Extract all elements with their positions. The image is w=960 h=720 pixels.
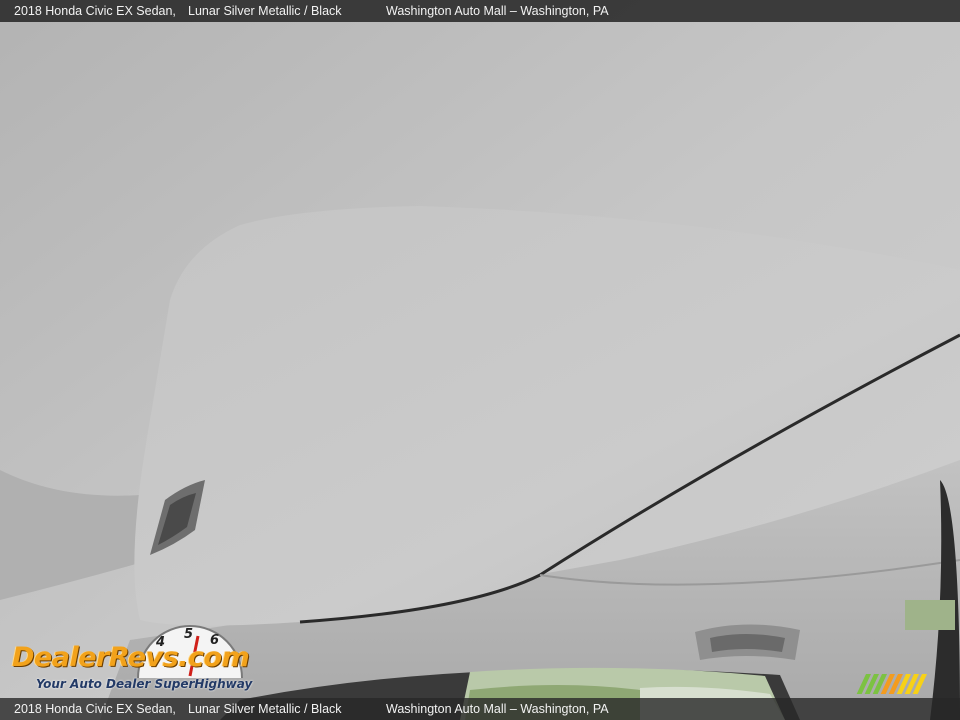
dealerrevs-logo: DealerRevs.com bbox=[12, 642, 250, 673]
gauge-digit: 5 bbox=[184, 627, 193, 642]
side-window-glimpse bbox=[905, 600, 955, 630]
color-stripes-logo bbox=[856, 674, 927, 694]
caption-bar-bottom: 2018 Honda Civic EX Sedan, Lunar Silver … bbox=[0, 698, 960, 720]
vehicle-title: 2018 Honda Civic EX Sedan, bbox=[14, 4, 176, 18]
headliner-scene bbox=[0, 0, 960, 720]
vehicle-color: Lunar Silver Metallic / Black bbox=[188, 702, 342, 716]
vehicle-color: Lunar Silver Metallic / Black bbox=[188, 4, 342, 18]
dealer-location: Washington Auto Mall – Washington, PA bbox=[386, 4, 609, 18]
dealerrevs-tagline: Your Auto Dealer SuperHighway bbox=[36, 677, 253, 691]
dealerrevs-watermark: 4 5 6 DealerRevs.com Your Auto Dealer Su… bbox=[10, 622, 270, 694]
dealer-location: Washington Auto Mall – Washington, PA bbox=[386, 702, 609, 716]
vehicle-title: 2018 Honda Civic EX Sedan, bbox=[14, 702, 176, 716]
sunroof-interior-photo bbox=[0, 0, 960, 720]
caption-bar-top: 2018 Honda Civic EX Sedan, Lunar Silver … bbox=[0, 0, 960, 22]
